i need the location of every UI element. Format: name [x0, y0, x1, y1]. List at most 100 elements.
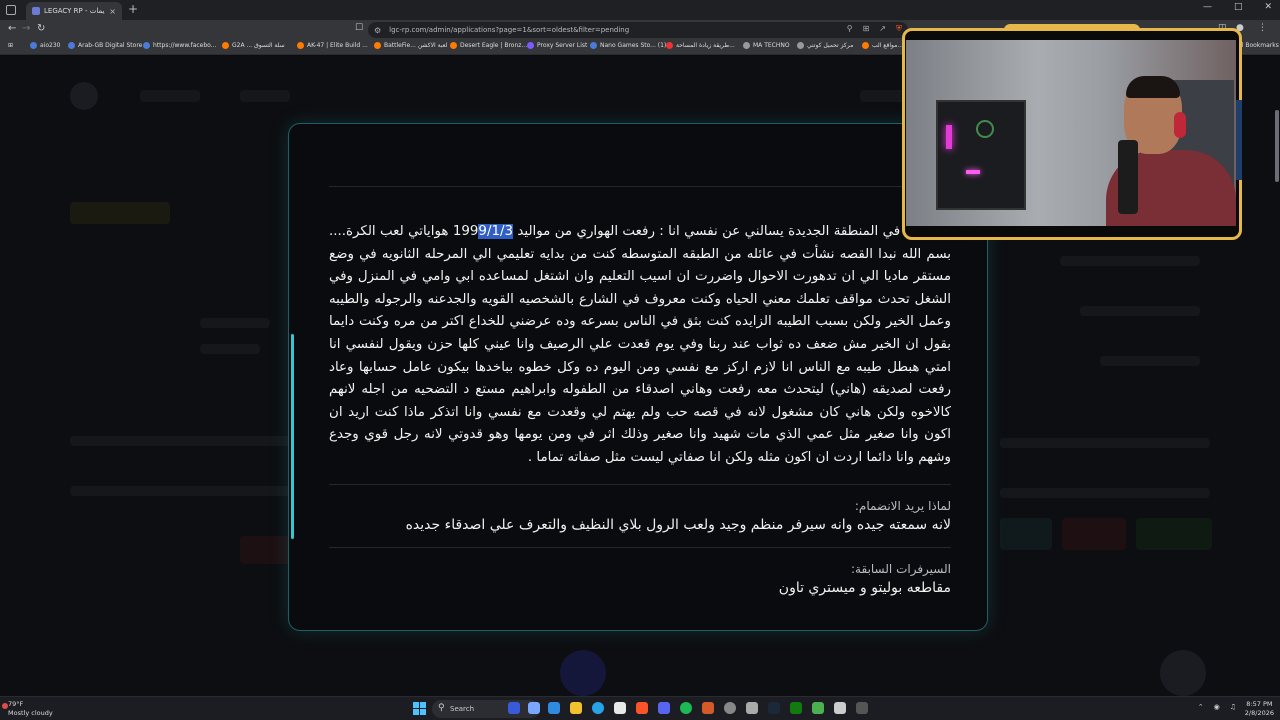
bookmark-icon — [143, 42, 150, 49]
windows-start-icon[interactable] — [413, 702, 426, 715]
spotify-icon[interactable] — [680, 702, 692, 714]
explorer-icon[interactable] — [548, 702, 560, 714]
dim-text-line — [200, 344, 260, 354]
address-bar[interactable]: ⚙ lgc-rp.com/admin/applications?page=1&s… — [368, 22, 908, 38]
selected-text: 9/1/3 — [478, 224, 514, 239]
bookmark-item[interactable]: Desert Eagle | Bronz... — [450, 42, 527, 49]
bookmark-item[interactable]: BattleFie... لعبة الاكشن — [374, 42, 447, 49]
character-story: ... جاري في المنطقة الجديدة يسالني عن نف… — [329, 224, 951, 465]
dim-text-line — [1000, 488, 1210, 498]
modal-scrollbar[interactable] — [291, 334, 294, 539]
app-icon[interactable] — [702, 702, 714, 714]
app-icon[interactable] — [834, 702, 846, 714]
clock-time: 8:57 PM — [1246, 700, 1273, 708]
zoom-icon[interactable]: ⚲ — [847, 24, 853, 34]
clock[interactable]: 8:57 PM 2/8/2026 — [1245, 700, 1274, 718]
search-icon: ⚲ — [438, 703, 445, 713]
microphone — [1118, 140, 1138, 214]
headset — [1174, 112, 1186, 138]
task-view-icon[interactable] — [508, 702, 520, 714]
nav-item — [140, 90, 200, 102]
install-icon[interactable]: ⊞ — [863, 24, 870, 34]
bookmark-icon — [797, 42, 804, 49]
application-details: صية: واري صية: ... جاري في المنطقة الجدي… — [329, 124, 951, 596]
browser-menu-icon[interactable] — [6, 5, 16, 15]
webcam-frame-accent — [1236, 100, 1242, 180]
reject-button — [240, 536, 290, 564]
discord-icon[interactable] — [658, 702, 670, 714]
field-label-character: صية: — [329, 138, 951, 152]
app-icon[interactable] — [746, 702, 758, 714]
dim-text-line — [1080, 306, 1200, 316]
windows-taskbar: 79°F Mostly cloudy ⚲ Search ⌃ ◉ ♫ 8:57 P… — [0, 696, 1280, 720]
bookmark-item[interactable]: aio230 — [30, 42, 60, 49]
tab-close-icon[interactable]: × — [109, 7, 116, 16]
bookmark-icon — [862, 42, 869, 49]
taskbar-search[interactable]: ⚲ Search — [432, 700, 540, 718]
weather-desc: Mostly cloudy — [8, 709, 53, 717]
bookmark-icon — [666, 42, 673, 49]
bookmark-item[interactable]: MA TECHNO — [743, 42, 790, 49]
new-tab-button[interactable]: + — [128, 2, 138, 16]
share-icon[interactable]: ↗ — [879, 24, 886, 34]
wifi-icon[interactable]: ◉ — [1214, 703, 1220, 711]
window-controls: — □ ✕ — [1203, 2, 1272, 12]
bookmark-item[interactable]: https://www.facebo... — [143, 42, 216, 49]
menu-icon[interactable]: ⋮ — [1258, 23, 1267, 33]
action-button — [1000, 518, 1052, 550]
clock-date: 2/8/2026 — [1244, 709, 1274, 717]
dim-text-line — [70, 436, 290, 446]
bookmark-item[interactable]: Proxy Server List — [527, 42, 587, 49]
dim-text-line — [70, 486, 290, 496]
bookmark-item[interactable]: مواقع الب... — [862, 42, 903, 49]
file-explorer-icon[interactable] — [570, 702, 582, 714]
bookmark-item[interactable]: G2A ... سلة التسوق — [222, 42, 285, 49]
weather-widget[interactable]: 79°F Mostly cloudy — [8, 700, 53, 718]
bookmark-item[interactable]: طريقة زيادة المساحة... — [666, 42, 735, 49]
page-scrollbar[interactable] — [1275, 110, 1279, 182]
field-value-previous-servers: مقاطعه بوليتو و ميستري تاون — [778, 579, 951, 596]
obs-icon[interactable] — [724, 702, 736, 714]
maximize-icon[interactable]: □ — [1234, 2, 1243, 12]
bookmark-item[interactable]: Nano Games Sto... (1) — [590, 42, 666, 49]
app-icon[interactable] — [856, 702, 868, 714]
all-bookmarks[interactable]: All Bookmarks — [1236, 42, 1279, 49]
reload-icon[interactable]: ↻ — [37, 23, 45, 34]
site-favicon-icon — [32, 7, 40, 15]
xbox-icon[interactable] — [790, 702, 802, 714]
field-label-previous-servers: السيرفرات السابقة: — [851, 561, 951, 576]
dim-text-line — [1060, 256, 1200, 266]
action-button — [1062, 518, 1126, 550]
bookmark-item[interactable]: Arab-GB Digital Store — [68, 42, 142, 49]
bookmark-icon — [297, 42, 304, 49]
bookmark-item[interactable]: AK-47 | Elite Build ... — [297, 42, 368, 49]
divider — [329, 483, 951, 485]
dim-text-line — [1000, 438, 1210, 448]
widget-icon[interactable] — [528, 702, 540, 714]
store-icon[interactable] — [614, 702, 626, 714]
url-text: lgc-rp.com/admin/applications?page=1&sor… — [389, 26, 630, 34]
bookmark-icon — [743, 42, 750, 49]
brave-shields-icon[interactable]: ⛨ — [896, 24, 902, 34]
browser-tab-bar: LEGACY RP - قائمة التقديمات × + — □ ✕ — [0, 0, 1280, 20]
forward-icon[interactable]: → — [22, 23, 30, 34]
steam-icon[interactable] — [768, 702, 780, 714]
close-window-icon[interactable]: ✕ — [1264, 2, 1272, 12]
bookmark-icon — [68, 42, 75, 49]
brave-icon[interactable] — [636, 702, 648, 714]
search-placeholder: Search — [450, 705, 475, 713]
field-label-story: صية: — [329, 201, 951, 215]
app-icon[interactable] — [812, 702, 824, 714]
site-info-icon[interactable]: ⚙ — [374, 26, 381, 35]
volume-icon[interactable]: ♫ — [1230, 703, 1236, 711]
minimize-icon[interactable]: — — [1203, 2, 1212, 12]
bookmark-item[interactable]: مركز تحميل كوتني — [797, 42, 853, 49]
back-icon[interactable]: ← — [8, 23, 16, 34]
browser-tab[interactable]: LEGACY RP - قائمة التقديمات × — [26, 2, 122, 20]
apps-icon[interactable]: ⊞ — [8, 42, 13, 49]
edge-icon[interactable] — [592, 702, 604, 714]
rgb-light — [966, 170, 980, 174]
tray-chevron-icon[interactable]: ⌃ — [1198, 703, 1204, 711]
bookmark-icon — [30, 42, 37, 49]
bookmark-page-icon[interactable]: ☐ — [355, 23, 363, 33]
